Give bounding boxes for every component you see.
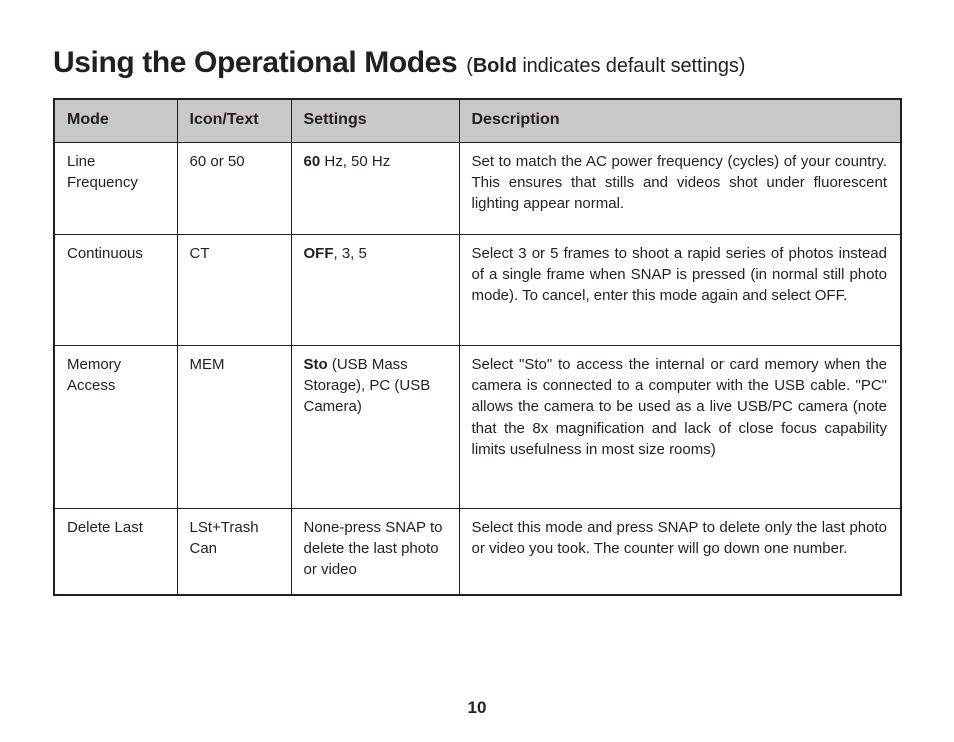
cell-settings: Sto (USB Mass Storage), PC (USB Camera) bbox=[290, 344, 460, 509]
document-page: Using the Operational Modes (Bold indicat… bbox=[0, 0, 954, 742]
cell-mode: Memory Access bbox=[53, 344, 178, 509]
cell-icon-text: LSt+Trash Can bbox=[176, 507, 292, 596]
cell-mode: Line Frequency bbox=[53, 141, 178, 235]
cell-settings: 60 Hz, 50 Hz bbox=[290, 141, 460, 235]
cell-settings-default: Sto bbox=[303, 355, 328, 373]
cell-description: Set to match the AC power frequency (cyc… bbox=[458, 141, 902, 235]
page-title-note: (Bold indicates default settings) bbox=[466, 55, 745, 77]
cell-mode: Continuous bbox=[53, 233, 178, 346]
table-row: Memory Access MEM Sto (USB Mass Storage)… bbox=[53, 344, 902, 509]
page-title-heading: Using the Operational Modes bbox=[53, 46, 458, 79]
cell-settings-rest: Hz, 50 Hz bbox=[320, 152, 391, 170]
cell-settings-rest: None-press SNAP to delete the last photo… bbox=[303, 518, 443, 579]
cell-icon-text: 60 or 50 bbox=[176, 141, 292, 235]
column-header-icon-text: Icon/Text bbox=[176, 98, 292, 143]
cell-settings-default: OFF bbox=[303, 244, 334, 262]
column-header-description: Description bbox=[458, 98, 902, 143]
page-title: Using the Operational Modes (Bold indicat… bbox=[53, 46, 913, 80]
page-number: 10 bbox=[467, 698, 487, 717]
cell-mode: Delete Last bbox=[53, 507, 178, 596]
table-header: Mode Icon/Text Settings Description bbox=[53, 98, 902, 143]
page-title-note-bold: Bold bbox=[472, 55, 517, 77]
cell-settings-default: 60 bbox=[303, 152, 321, 170]
column-header-mode: Mode bbox=[53, 98, 178, 143]
cell-settings: OFF, 3, 5 bbox=[290, 233, 460, 346]
cell-description: Select this mode and press SNAP to delet… bbox=[458, 507, 902, 596]
table-row: Delete Last LSt+Trash Can None-press SNA… bbox=[53, 507, 902, 596]
operational-modes-table: Mode Icon/Text Settings Description Line… bbox=[53, 98, 902, 597]
cell-settings-rest: , 3, 5 bbox=[333, 244, 367, 262]
cell-settings: None-press SNAP to delete the last photo… bbox=[290, 507, 460, 596]
column-header-settings: Settings bbox=[290, 98, 460, 143]
table-body: Line Frequency 60 or 50 60 Hz, 50 Hz Set… bbox=[53, 141, 902, 596]
table-row: Line Frequency 60 or 50 60 Hz, 50 Hz Set… bbox=[53, 141, 902, 235]
page-title-note-rest: indicates default settings) bbox=[516, 55, 746, 77]
cell-description: Select "Sto" to access the internal or c… bbox=[458, 344, 902, 509]
table-header-row: Mode Icon/Text Settings Description bbox=[53, 98, 902, 143]
cell-description: Select 3 or 5 frames to shoot a rapid se… bbox=[458, 233, 902, 346]
table-row: Continuous CT OFF, 3, 5 Select 3 or 5 fr… bbox=[53, 233, 902, 346]
cell-icon-text: MEM bbox=[176, 344, 292, 509]
cell-icon-text: CT bbox=[176, 233, 292, 346]
